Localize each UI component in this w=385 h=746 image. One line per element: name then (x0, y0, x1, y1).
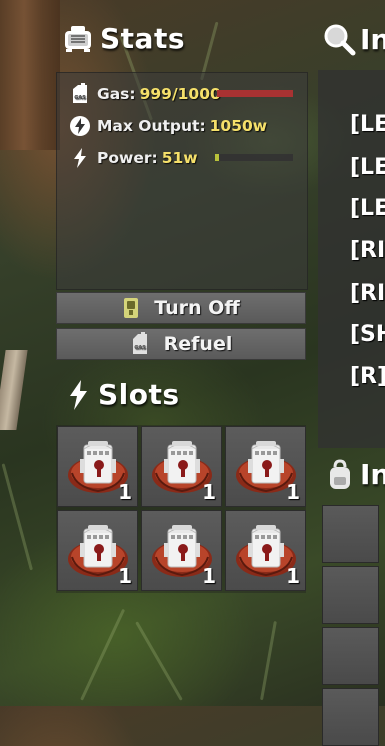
power-switch-icon (122, 297, 140, 319)
max-output-value: 1050w (209, 117, 268, 135)
power-value: 51w (161, 149, 198, 167)
stats-title: Stats (100, 22, 185, 55)
lightning-icon (66, 379, 90, 411)
inventory-slot[interactable] (322, 688, 379, 746)
slot[interactable]: 1 (141, 426, 222, 507)
slot[interactable]: 1 (225, 510, 306, 591)
stats-header: Stats (62, 22, 185, 55)
gas-bar-fill (217, 90, 293, 97)
search-icon (322, 22, 356, 56)
turn-off-button[interactable]: Turn Off (56, 292, 306, 324)
max-output-row: Max Output: 1050w (69, 115, 267, 137)
refuel-button[interactable]: GAS Refuel (56, 328, 306, 360)
right-title-1: In (360, 22, 385, 56)
right-header-1: In (322, 22, 385, 56)
background-grass (1, 463, 33, 571)
lightning-circle-icon (69, 115, 91, 137)
list-item[interactable]: [LEF (350, 196, 385, 221)
gas-can-icon: GAS (130, 332, 150, 356)
power-row: Power: 51w (69, 147, 198, 169)
background-grass (260, 620, 277, 701)
svg-text:GAS: GAS (74, 95, 86, 101)
slot-count: 1 (286, 564, 300, 588)
list-item[interactable]: [RIG (350, 281, 385, 306)
list-item[interactable]: [SH (350, 322, 385, 347)
lightning-icon (69, 147, 91, 169)
slot-count: 1 (118, 564, 132, 588)
gas-bar (217, 90, 293, 97)
background-wood-post (0, 350, 28, 430)
list-item[interactable]: [LEF (350, 155, 385, 180)
list-item[interactable]: [LEF (350, 112, 385, 137)
inventory-slot[interactable] (322, 627, 379, 685)
gas-value: 999/1000 (139, 85, 221, 103)
power-bar-fill (215, 154, 219, 161)
power-label: Power: (97, 149, 158, 167)
list-item[interactable]: [R] (350, 364, 385, 389)
list-item[interactable]: [RIG (350, 238, 385, 263)
turn-off-label: Turn Off (154, 297, 240, 319)
inventory-slot[interactable] (322, 566, 379, 624)
right-header-2: In (326, 458, 385, 491)
slots-grid: 1 1 1 1 1 1 (56, 425, 306, 593)
backpack-icon (326, 458, 354, 491)
slot[interactable]: 1 (225, 426, 306, 507)
refuel-label: Refuel (163, 333, 233, 355)
background-wood-board (0, 0, 60, 150)
right-title-2: In (360, 458, 385, 491)
slot[interactable]: 1 (57, 510, 138, 591)
gas-can-icon: GAS (69, 83, 91, 105)
slots-header: Slots (66, 378, 180, 411)
slot-count: 1 (118, 480, 132, 504)
slot[interactable]: 1 (141, 510, 222, 591)
gas-row: GAS Gas: 999/1000 (69, 83, 221, 105)
generator-icon (62, 23, 94, 55)
slot-count: 1 (202, 564, 216, 588)
power-bar (215, 154, 293, 161)
gas-label: Gas: (97, 85, 136, 103)
slot-count: 1 (286, 480, 300, 504)
max-output-label: Max Output: (97, 117, 206, 135)
slot-count: 1 (202, 480, 216, 504)
background-grass (80, 608, 126, 701)
stats-panel: GAS Gas: 999/1000 Max Output: 1050w Powe… (56, 72, 308, 290)
slot[interactable]: 1 (57, 426, 138, 507)
background-grass (135, 621, 183, 701)
slots-title: Slots (98, 378, 180, 411)
inventory-slot[interactable] (322, 505, 379, 563)
svg-text:GAS: GAS (134, 345, 146, 351)
